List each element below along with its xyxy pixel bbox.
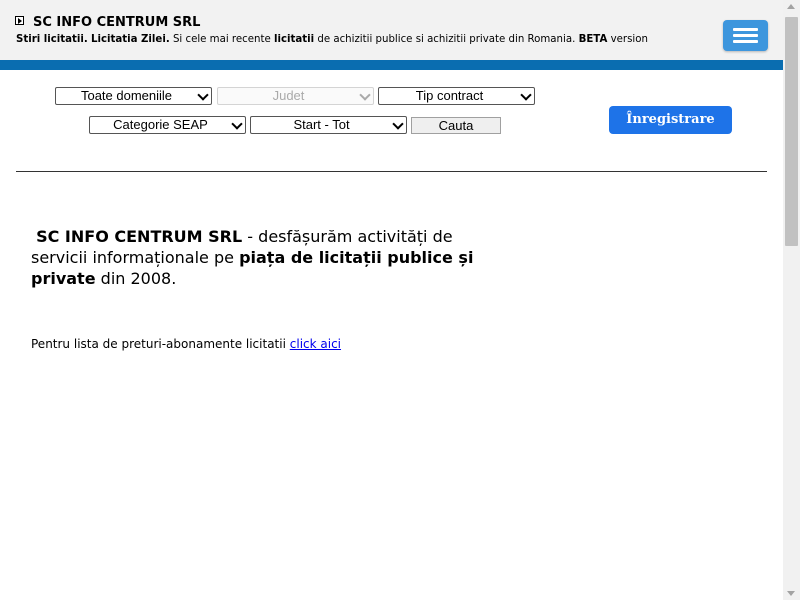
search-button[interactable]: Cauta — [411, 117, 501, 134]
vertical-scrollbar[interactable] — [783, 0, 800, 600]
domenii-select-value: Toate domeniile — [80, 88, 173, 103]
register-button[interactable]: Înregistrare — [609, 106, 732, 134]
domenii-select[interactable]: Toate domeniile — [55, 87, 212, 105]
subtitle-licitatii: licitatii — [273, 34, 315, 45]
categorie-seap-select[interactable]: Categorie SEAP — [89, 116, 246, 134]
tip-contract-select[interactable]: Tip contract — [378, 87, 535, 105]
site-title: SC INFO CENTRUM SRL — [33, 15, 201, 30]
subtitle-licitatia-zilei: Licitatia Zilei. — [91, 34, 170, 45]
header-accent-bar — [0, 60, 783, 70]
start-select[interactable]: Start - Tot — [250, 116, 407, 134]
categorie-seap-select-value: Categorie SEAP — [113, 117, 208, 132]
scrollbar-thumb[interactable] — [785, 17, 798, 246]
site-header: SC INFO CENTRUM SRL Stiri licitatii. Lic… — [0, 0, 783, 60]
subtitle-text-3: version — [610, 34, 648, 45]
judet-select-value: Judet — [272, 88, 305, 103]
scroll-up-arrow-icon[interactable] — [787, 4, 795, 9]
subtitle-stiri: Stiri licitatii. — [16, 34, 88, 45]
intro-text-2: din 2008. — [100, 269, 177, 288]
intro-company: SC INFO CENTRUM SRL — [36, 227, 243, 246]
hamburger-menu-icon[interactable] — [723, 20, 768, 51]
divider — [16, 171, 767, 172]
scroll-down-arrow-icon[interactable] — [787, 591, 795, 596]
start-select-value: Start - Tot — [293, 117, 350, 132]
price-list-text: Pentru lista de preturi-abonamente licit… — [31, 337, 286, 351]
subtitle-beta: BETA — [578, 34, 608, 45]
site-subtitle: Stiri licitatii. Licitatia Zilei. Si cel… — [16, 33, 648, 46]
play-square-icon — [15, 16, 24, 25]
tip-contract-select-value: Tip contract — [415, 88, 484, 103]
price-list-link[interactable]: click aici — [290, 337, 341, 351]
subtitle-text-2: de achizitii publice si achizitii privat… — [317, 34, 576, 45]
subtitle-text-1: Si cele mai recente — [172, 34, 271, 45]
intro-paragraph: SC INFO CENTRUM SRL - desfășurăm activit… — [31, 226, 501, 289]
price-list-line: Pentru lista de preturi-abonamente licit… — [31, 337, 341, 351]
judet-select: Judet — [217, 87, 374, 105]
